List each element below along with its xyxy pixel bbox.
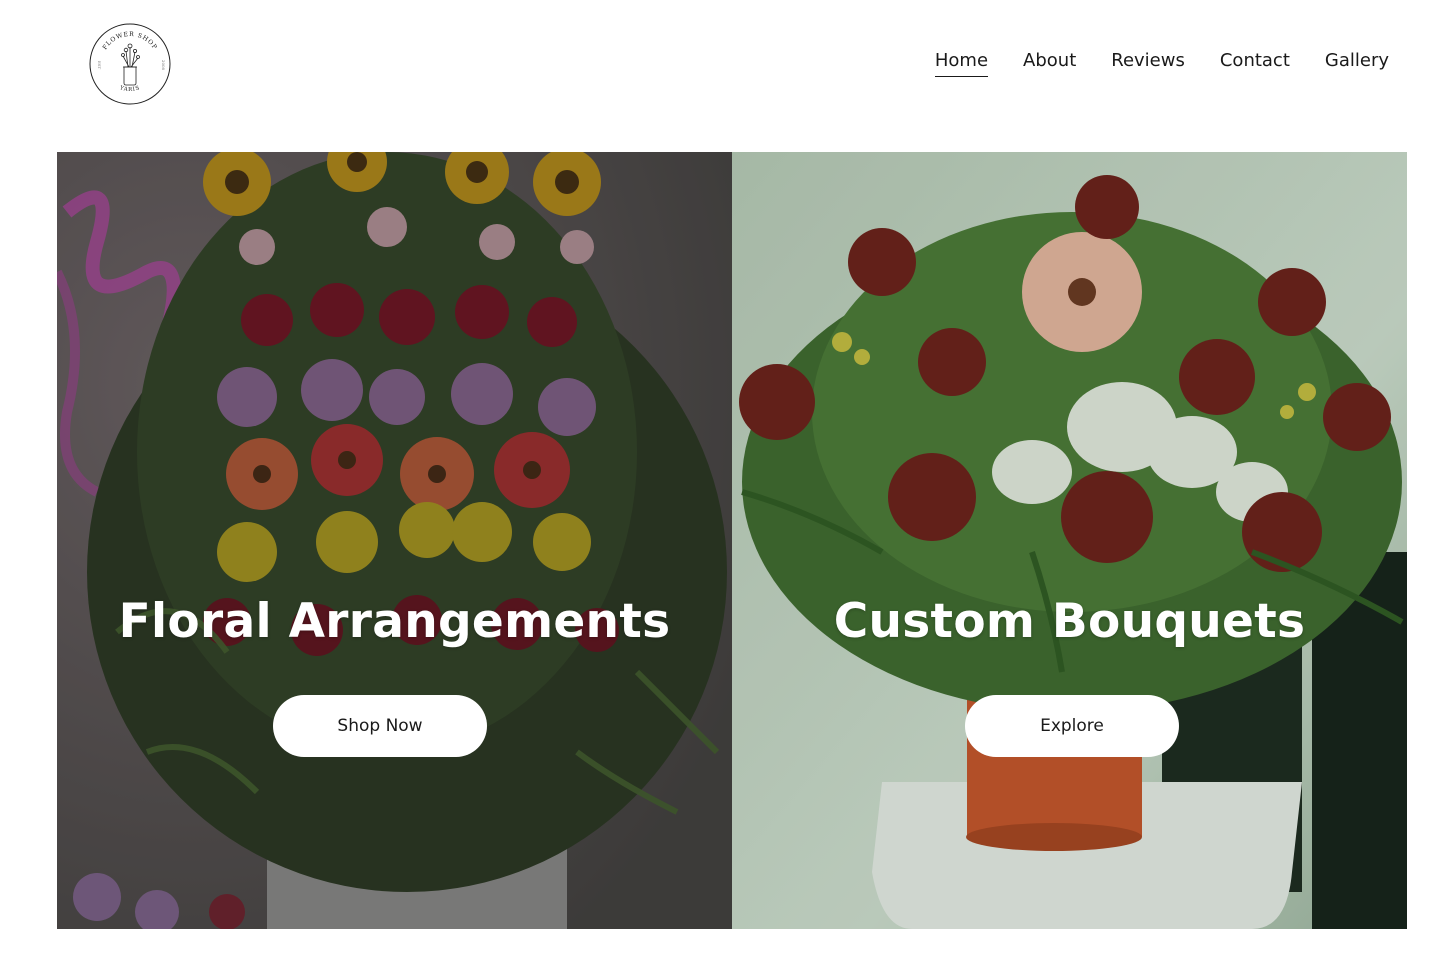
site-header: FLOWER SHOP YARIS EST 2008 Home About Re… [0,0,1440,130]
shop-logo[interactable]: FLOWER SHOP YARIS EST 2008 [89,23,171,105]
main-nav: Home About Reviews Contact Gallery [934,50,1389,77]
logo-right-text: 2008 [161,60,166,71]
feature-panels: Floral Arrangements Shop Now Custom Bouq… [57,152,1407,929]
panel-right-overlay [732,152,1407,929]
nav-home[interactable]: Home [934,50,989,77]
shop-now-button[interactable]: Shop Now [273,695,487,757]
svg-text:YARIS: YARIS [118,85,141,93]
nav-reviews[interactable]: Reviews [1111,50,1185,77]
logo-bottom-text: YARIS [118,85,140,93]
panel-title-floral: Floral Arrangements [118,594,671,649]
nav-gallery[interactable]: Gallery [1325,50,1389,77]
panel-title-custom: Custom Bouquets [833,594,1306,649]
logo-left-text: EST [97,61,102,70]
panel-left-overlay [57,152,732,929]
nav-contact[interactable]: Contact [1220,50,1290,77]
panel-custom-bouquets[interactable]: Custom Bouquets Explore [732,152,1407,929]
explore-button[interactable]: Explore [965,695,1179,757]
panel-floral-arrangements[interactable]: Floral Arrangements Shop Now [57,152,732,929]
flower-vase-icon [121,43,140,86]
nav-about[interactable]: About [1023,50,1076,77]
